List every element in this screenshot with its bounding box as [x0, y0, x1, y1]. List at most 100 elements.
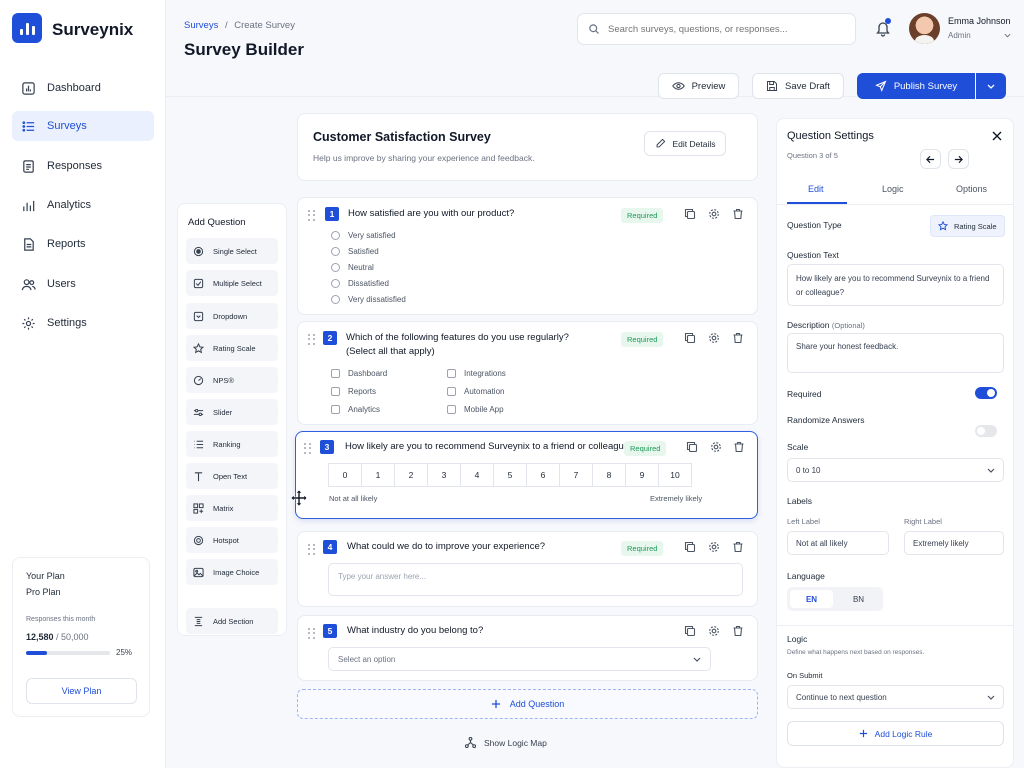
- option-radio[interactable]: Satisfied: [331, 247, 379, 256]
- trash-icon[interactable]: [732, 625, 744, 637]
- question-text[interactable]: How likely are you to recommend Surveyni…: [345, 441, 634, 452]
- language-option-bn[interactable]: BN: [837, 590, 880, 608]
- chevron-down-icon[interactable]: [1004, 33, 1011, 38]
- next-question-button[interactable]: [948, 149, 969, 169]
- option-radio[interactable]: Very dissatisfied: [331, 295, 406, 304]
- sidebar-item-reports[interactable]: Reports: [12, 229, 154, 259]
- show-logic-map-button[interactable]: Show Logic Map: [465, 737, 547, 748]
- qtype-matrix[interactable]: Matrix: [186, 495, 278, 521]
- trash-icon[interactable]: [732, 541, 744, 553]
- sidebar-item-analytics[interactable]: Analytics: [12, 190, 154, 220]
- on-submit-select[interactable]: Continue to next question: [787, 685, 1004, 709]
- qtype-slider[interactable]: Slider: [186, 399, 278, 425]
- option-checkbox[interactable]: Dashboard: [331, 369, 387, 378]
- scale-select[interactable]: 0 to 10: [787, 458, 1004, 482]
- gear-icon[interactable]: [710, 441, 722, 453]
- qtype-dropdown[interactable]: Dropdown: [186, 303, 278, 329]
- option-checkbox[interactable]: Mobile App: [447, 405, 504, 414]
- scale-option[interactable]: 3: [427, 463, 461, 487]
- scale-option[interactable]: 8: [592, 463, 626, 487]
- checkbox[interactable]: [447, 369, 456, 378]
- gear-icon[interactable]: [708, 208, 720, 220]
- qtype-single-select[interactable]: Single Select: [186, 238, 278, 264]
- question-card-5[interactable]: 5 What industry do you belong to? Select…: [297, 615, 758, 681]
- option-checkbox[interactable]: Reports: [331, 387, 376, 396]
- survey-description[interactable]: Help us improve by sharing your experien…: [313, 153, 535, 163]
- sidebar-item-surveys[interactable]: Surveys: [12, 111, 154, 141]
- duplicate-icon[interactable]: [684, 332, 696, 344]
- industry-select[interactable]: Select an option: [328, 647, 711, 671]
- avatar[interactable]: [909, 13, 940, 44]
- drag-handle-icon[interactable]: [304, 443, 312, 455]
- scale-option[interactable]: 7: [559, 463, 593, 487]
- search-box[interactable]: [577, 13, 856, 45]
- gear-icon[interactable]: [708, 625, 720, 637]
- qtype-hotspot[interactable]: Hotspot: [186, 527, 278, 553]
- scale-option[interactable]: 1: [361, 463, 395, 487]
- drag-handle-icon[interactable]: [308, 544, 316, 556]
- sidebar-item-users[interactable]: Users: [12, 269, 154, 299]
- left-label-input[interactable]: Not at all likely: [787, 531, 889, 555]
- scale-option[interactable]: 4: [460, 463, 494, 487]
- answer-textarea[interactable]: Type your answer here...: [328, 563, 743, 596]
- view-plan-button[interactable]: View Plan: [26, 678, 137, 704]
- option-radio[interactable]: Very satisfied: [331, 231, 396, 240]
- sidebar-item-dashboard[interactable]: Dashboard: [12, 73, 154, 103]
- required-toggle[interactable]: [975, 387, 997, 399]
- duplicate-icon[interactable]: [686, 441, 698, 453]
- checkbox[interactable]: [331, 387, 340, 396]
- question-type-selector[interactable]: Rating Scale: [930, 215, 1005, 237]
- gear-icon[interactable]: [708, 332, 720, 344]
- radio-button[interactable]: [331, 279, 340, 288]
- right-label-input[interactable]: Extremely likely: [904, 531, 1004, 555]
- question-text[interactable]: Which of the following features do you u…: [346, 332, 569, 343]
- question-text[interactable]: What could we do to improve your experie…: [347, 541, 545, 552]
- option-radio[interactable]: Neutral: [331, 263, 374, 272]
- publish-survey-button[interactable]: Publish Survey: [857, 73, 975, 99]
- radio-button[interactable]: [331, 247, 340, 256]
- question-text-field[interactable]: How likely are you to recommend Surveyni…: [787, 264, 1004, 306]
- tab-options[interactable]: Options: [956, 184, 987, 194]
- qtype-ranking[interactable]: Ranking: [186, 431, 278, 457]
- add-question-button[interactable]: Add Question: [297, 689, 758, 719]
- trash-icon[interactable]: [732, 332, 744, 344]
- question-card-3[interactable]: 3 How likely are you to recommend Survey…: [295, 431, 758, 519]
- description-field[interactable]: Share your honest feedback.: [787, 333, 1004, 373]
- question-card-1[interactable]: 1 How satisfied are you with our product…: [297, 197, 758, 315]
- option-checkbox[interactable]: Automation: [447, 387, 504, 396]
- scale-option[interactable]: 0: [328, 463, 362, 487]
- add-section-button[interactable]: Add Section: [186, 608, 278, 634]
- survey-title[interactable]: Customer Satisfaction Survey: [313, 130, 491, 144]
- notification-bell[interactable]: [875, 18, 891, 37]
- qtype-rating-scale[interactable]: Rating Scale: [186, 335, 278, 361]
- tab-edit[interactable]: Edit: [808, 184, 824, 194]
- scale-option[interactable]: 10: [658, 463, 692, 487]
- scale-option[interactable]: 2: [394, 463, 428, 487]
- edit-details-button[interactable]: Edit Details: [644, 131, 726, 156]
- search-input[interactable]: [608, 23, 838, 35]
- duplicate-icon[interactable]: [684, 625, 696, 637]
- gear-icon[interactable]: [708, 541, 720, 553]
- scale-option[interactable]: 6: [526, 463, 560, 487]
- radio-button[interactable]: [331, 263, 340, 272]
- question-text[interactable]: What industry do you belong to?: [347, 625, 483, 636]
- qtype-open-text[interactable]: Open Text: [186, 463, 278, 489]
- checkbox[interactable]: [331, 369, 340, 378]
- question-card-4[interactable]: 4 What could we do to improve your exper…: [297, 531, 758, 607]
- add-logic-rule-button[interactable]: Add Logic Rule: [787, 721, 1004, 746]
- preview-button[interactable]: Preview: [658, 73, 739, 99]
- drag-handle-icon[interactable]: [308, 628, 316, 640]
- qtype-multiple-select[interactable]: Multiple Select: [186, 270, 278, 296]
- option-radio[interactable]: Dissatisfied: [331, 279, 389, 288]
- sidebar-item-settings[interactable]: Settings: [12, 308, 154, 338]
- checkbox[interactable]: [447, 387, 456, 396]
- close-icon[interactable]: [992, 131, 1002, 141]
- randomize-toggle[interactable]: [975, 425, 997, 437]
- prev-question-button[interactable]: [920, 149, 941, 169]
- trash-icon[interactable]: [733, 441, 745, 453]
- question-card-2[interactable]: 2 Which of the following features do you…: [297, 321, 758, 425]
- save-draft-button[interactable]: Save Draft: [752, 73, 844, 99]
- qtype-nps[interactable]: NPS®: [186, 367, 278, 393]
- scale-option[interactable]: 5: [493, 463, 527, 487]
- duplicate-icon[interactable]: [684, 208, 696, 220]
